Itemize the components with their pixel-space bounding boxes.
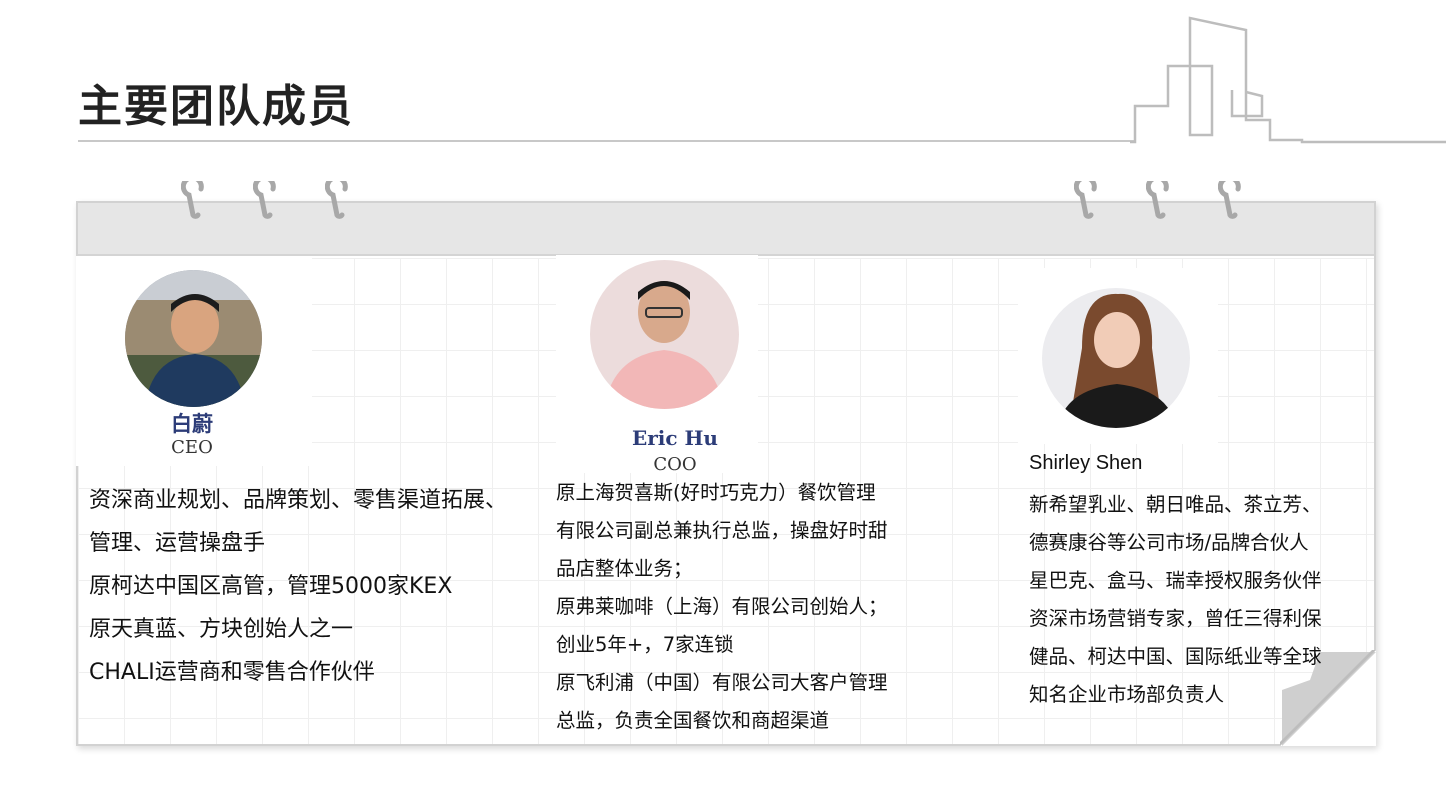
description-line: 星巴克、盒马、瑞幸授权服务伙伴 xyxy=(1029,569,1322,592)
binder-ring-icon xyxy=(253,181,276,219)
binder-ring-icon xyxy=(1218,181,1241,219)
binder-ring-icon xyxy=(1074,181,1097,219)
description-line: 知名企业市场部负责人 xyxy=(1029,683,1225,706)
description-line: 管理、运营操盘手 xyxy=(89,531,266,556)
description-line: 资深商业规划、品牌策划、零售渠道拓展、 xyxy=(89,488,508,513)
description-line: 新希望乳业、朝日唯品、茶立芳、 xyxy=(1029,493,1322,516)
member-role: CEO xyxy=(171,437,213,458)
description-line: 原弗莱咖啡（上海）有限公司创始人； xyxy=(556,595,888,618)
description-line: 资深市场营销专家，曾任三得利保 xyxy=(1029,607,1322,630)
member-avatar xyxy=(125,270,262,407)
description-line: 品店整体业务； xyxy=(556,557,693,580)
description-line: 健品、柯达中国、国际纸业等全球 xyxy=(1029,645,1322,668)
description-line: 创业5年+，7家连锁 xyxy=(556,633,734,656)
member-photo-name: Eric Hu xyxy=(632,426,718,450)
member-role: COO xyxy=(653,454,697,475)
description-line: CHALI运营商和零售合作伙伴 xyxy=(89,660,375,685)
description-line: 有限公司副总兼执行总监，操盘好时甜 xyxy=(556,519,888,542)
description-line: 原天真蓝、方块创始人之一 xyxy=(89,617,354,642)
description-line: 原飞利浦（中国）有限公司大客户管理 xyxy=(556,671,888,694)
description-line: 德赛康谷等公司市场/品牌合伙人 xyxy=(1029,531,1309,554)
binder-ring-icon xyxy=(181,181,204,219)
binder-ring-icon xyxy=(1146,181,1169,219)
member-description: 资深商业规划、品牌策划、零售渠道拓展、 管理、运营操盘手 原柯达中国区高管，管理… xyxy=(89,479,507,694)
description-line: 总监，负责全国餐饮和商超渠道 xyxy=(556,709,830,732)
member-description: 原上海贺喜斯(好时巧克力）餐饮管理 有限公司副总兼执行总监，操盘好时甜 品店整体… xyxy=(556,474,888,740)
member-avatar xyxy=(590,260,739,409)
member-name: Shirley Shen xyxy=(1029,452,1143,474)
member-photo-name: 白蔚 xyxy=(171,411,213,436)
slide-title: 主要团队成员 xyxy=(78,81,354,132)
member-avatar xyxy=(1042,288,1190,428)
title-underline xyxy=(78,140,1136,142)
binder-ring-icon xyxy=(325,181,348,219)
description-line: 原上海贺喜斯(好时巧克力）餐饮管理 xyxy=(556,481,876,504)
member-description: 新希望乳业、朝日唯品、茶立芳、 德赛康谷等公司市场/品牌合伙人 星巴克、盒马、瑞… xyxy=(1029,486,1322,714)
skyline-icon xyxy=(1130,16,1446,144)
description-line: 原柯达中国区高管，管理5000家KEX xyxy=(89,574,453,599)
